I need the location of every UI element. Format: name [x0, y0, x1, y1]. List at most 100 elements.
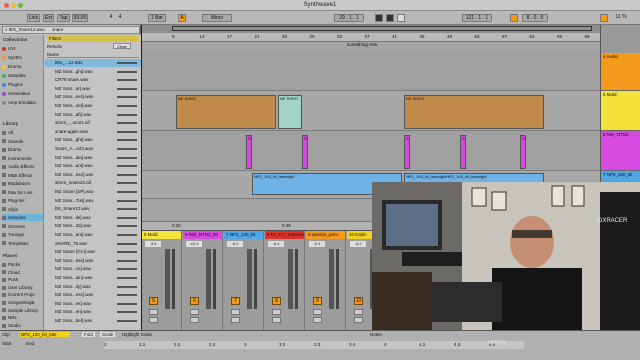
- arm-button[interactable]: [354, 317, 363, 323]
- collection-item[interactable]: Generative: [2, 90, 43, 97]
- library-item[interactable]: Templates: [2, 240, 43, 247]
- track-activator-button[interactable]: 6: [190, 297, 199, 305]
- library-item[interactable]: Modulators: [2, 180, 43, 187]
- ext-button[interactable]: Ext: [43, 14, 54, 22]
- file-row[interactable]: MZ Snar...ess].wav: [45, 257, 141, 265]
- strip-name[interactable]: 6 NW_NTN2_90: [183, 231, 222, 239]
- detail-ruler[interactable]: 2 2.2 2.3 2.4 3 3.2 3.3 3.4 4 4.2 4.3 4.4: [104, 341, 524, 349]
- solo-button[interactable]: [231, 309, 240, 315]
- track-activator-button[interactable]: 5: [149, 297, 158, 305]
- file-row[interactable]: MZ Snar...es].wav: [45, 300, 141, 308]
- overview-window[interactable]: [172, 26, 592, 31]
- track-activator-button[interactable]: 8: [272, 297, 281, 305]
- library-item[interactable]: Drums: [2, 146, 43, 153]
- file-row[interactable]: MZ Snare [SP].wav: [45, 188, 141, 196]
- signature-numerator[interactable]: 4: [108, 14, 114, 22]
- volume-readout[interactable]: -3.2: [350, 241, 366, 247]
- file-row[interactable]: MZ Snar...ant].wav: [45, 231, 141, 239]
- volume-fader[interactable]: [288, 249, 293, 309]
- library-item[interactable]: Clips: [2, 206, 43, 213]
- lane-audio-4[interactable]: [142, 53, 600, 91]
- file-row[interactable]: MZ Snar...ala].wav: [45, 154, 141, 162]
- filters-toggle[interactable]: Filters: [47, 35, 139, 42]
- track-header[interactable]: 6 NW_NTN2: [601, 131, 640, 171]
- track-activator-button[interactable]: 10: [354, 297, 363, 305]
- library-item[interactable]: Samples: [2, 214, 43, 221]
- volume-readout[interactable]: -10.5: [186, 241, 202, 247]
- solo-button[interactable]: [272, 309, 281, 315]
- file-row[interactable]: CR78 snare.wav: [45, 76, 141, 84]
- file-row[interactable]: MZ Snar...bel].wav: [45, 317, 141, 325]
- snare-clip[interactable]: Sn: [404, 135, 410, 169]
- file-row[interactable]: MZ Snar...ant].wav: [45, 162, 141, 170]
- strip-name[interactable]: 8 FL_CC_Transmi: [265, 231, 304, 239]
- collection-item[interactable]: Synths: [2, 54, 43, 61]
- library-item[interactable]: MIDI Effects: [2, 172, 43, 179]
- collection-item[interactable]: Plugins: [2, 81, 43, 88]
- track-header[interactable]: 5 Mold: [601, 91, 640, 131]
- file-row[interactable]: MZ Snar...en].wav: [45, 308, 141, 316]
- loop-start-field[interactable]: 121 . 1 . 1: [462, 14, 492, 22]
- library-item[interactable]: Audio Effects: [2, 163, 43, 170]
- file-row[interactable]: 80s_...12.wav: [45, 59, 141, 67]
- scale-button[interactable]: Scale: [100, 332, 116, 337]
- library-item[interactable]: All: [2, 129, 43, 136]
- overview-bar[interactable]: [142, 25, 600, 33]
- stop-button[interactable]: [386, 14, 394, 22]
- song-position-field[interactable]: 29 . 1 . 1: [334, 14, 364, 22]
- volume-readout[interactable]: -6.0: [227, 241, 243, 247]
- collection-item[interactable]: Amp Emulatio: [2, 99, 43, 106]
- beat-ruler[interactable]: 9 13 17 21 25 29 33 37 41 45 49 53 57 61 65 69: [142, 33, 600, 42]
- loop-toggle-icon[interactable]: [510, 14, 518, 22]
- place-item[interactable]: SongwritingB: [2, 299, 43, 306]
- signature-denominator[interactable]: 4: [117, 14, 123, 22]
- volume-readout[interactable]: -0.1: [309, 241, 325, 247]
- track-activator-button[interactable]: 9: [313, 297, 322, 305]
- play-button[interactable]: [375, 14, 383, 22]
- file-row[interactable]: snare-again.wav: [45, 128, 141, 136]
- library-item[interactable]: Sounds: [2, 138, 43, 145]
- library-item[interactable]: Max for Live: [2, 189, 43, 196]
- file-row[interactable]: MZ Snar...ity].wav: [45, 283, 141, 291]
- volume-fader[interactable]: [206, 249, 211, 309]
- file-row[interactable]: MZ Snar...ar].wav: [45, 85, 141, 93]
- volume-fader[interactable]: [165, 249, 170, 309]
- key-select[interactable]: A: [178, 14, 186, 22]
- search-bar[interactable]: ⌕ 80s_Snare12.wav snare: [2, 26, 140, 34]
- arm-button[interactable]: [272, 317, 281, 323]
- place-item[interactable]: Cloud: [2, 269, 43, 276]
- solo-button[interactable]: [149, 309, 158, 315]
- file-row[interactable]: MZ Snar...ess].wav: [45, 291, 141, 299]
- place-item[interactable]: Current Proje: [2, 291, 43, 298]
- place-item[interactable]: NRL: [2, 314, 43, 321]
- file-row[interactable]: MZ Snar...Tus].wav: [45, 197, 141, 205]
- arm-button[interactable]: [231, 317, 240, 323]
- lane-mold-5[interactable]: NE SHEO NE SHEO NE SHEO: [142, 91, 600, 131]
- place-item[interactable]: Packs: [2, 261, 43, 268]
- file-row[interactable]: MZ Snar...ile].wav: [45, 214, 141, 222]
- name-column-header[interactable]: Name: [47, 51, 139, 58]
- loop-length-field[interactable]: 8 . 0 . 0: [522, 14, 548, 22]
- library-item[interactable]: Plug-Ins: [2, 197, 43, 204]
- file-row[interactable]: MZ Snar...ce].wav: [45, 265, 141, 273]
- snare-clip[interactable]: Sn: [460, 135, 466, 169]
- drum-clip-selected[interactable]: NE SHEO: [278, 95, 302, 129]
- file-row[interactable]: MZ Snar...nel].wav: [45, 102, 141, 110]
- place-item[interactable]: Push: [2, 276, 43, 283]
- arm-button[interactable]: [149, 317, 158, 323]
- volume-readout[interactable]: -3.5: [145, 241, 161, 247]
- solo-button[interactable]: [313, 309, 322, 315]
- strip-name[interactable]: 5 Mold: [142, 231, 181, 239]
- solo-button[interactable]: [354, 309, 363, 315]
- place-item[interactable]: User Library: [2, 284, 43, 291]
- locator-label[interactable]: something new: [347, 42, 407, 48]
- clear-button[interactable]: Clear: [113, 43, 131, 49]
- file-row[interactable]: MZ Snar...32].wav: [45, 222, 141, 230]
- snare-clip[interactable]: Sn: [520, 135, 526, 169]
- link-button[interactable]: Link: [27, 14, 40, 22]
- clip-name-field[interactable]: NP2_100_kit_late: [20, 332, 70, 337]
- snare-clip[interactable]: Sn: [302, 135, 308, 169]
- file-row[interactable]: MZ Snar...ess].wav: [45, 93, 141, 101]
- track-header[interactable]: 4 Audio: [601, 53, 640, 91]
- collection-item[interactable]: Samples: [2, 72, 43, 79]
